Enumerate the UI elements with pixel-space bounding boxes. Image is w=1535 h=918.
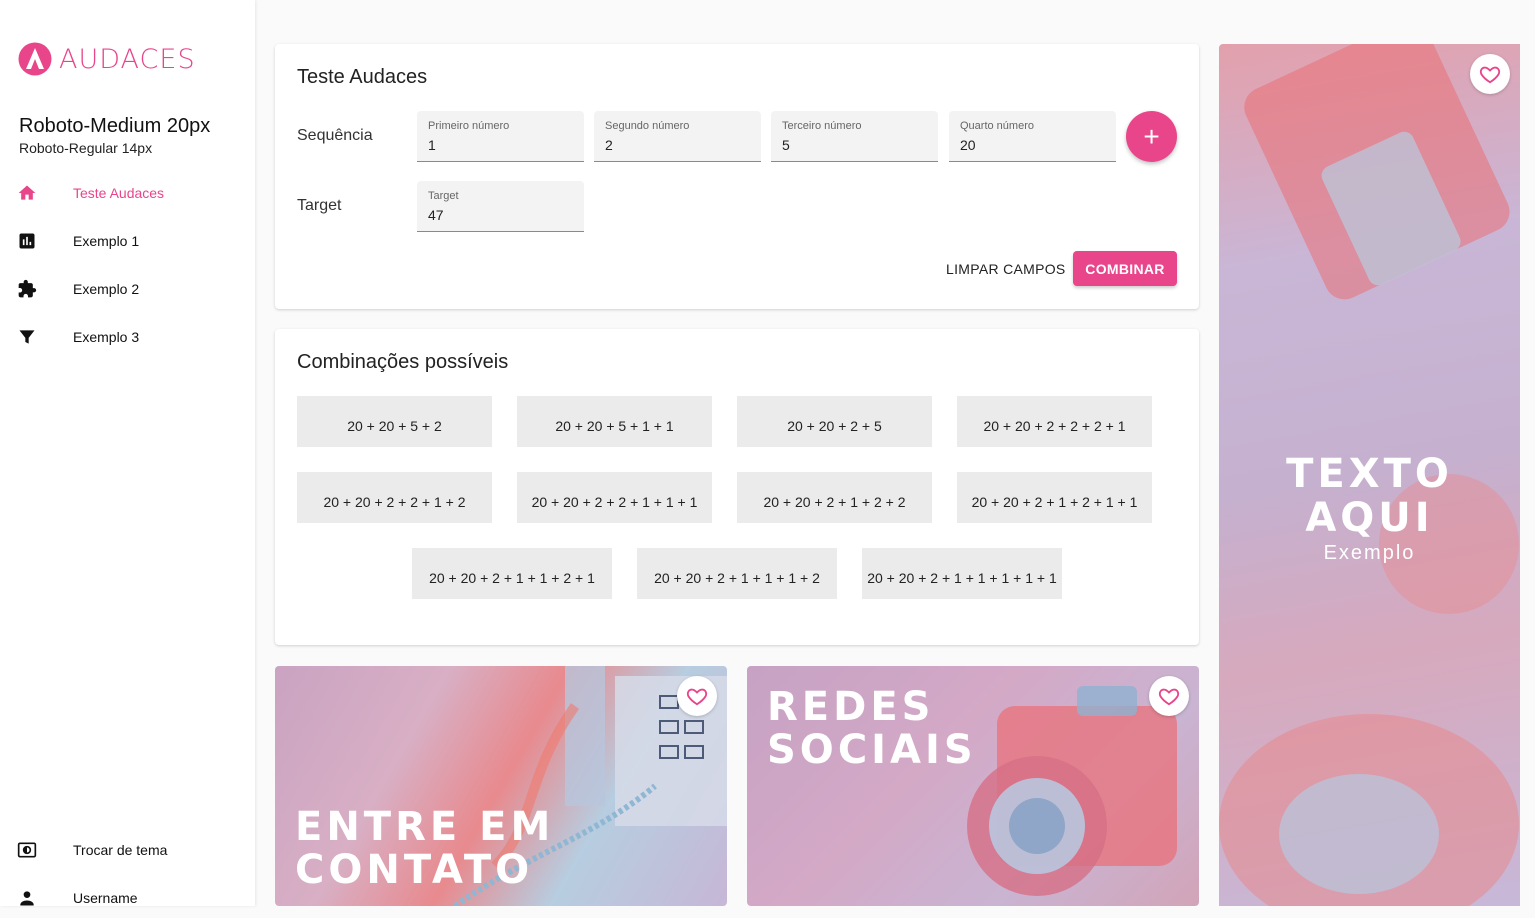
theme-toggle-label: Trocar de tema: [73, 842, 168, 858]
field-value: 1: [428, 137, 436, 153]
sidebar-item-exemplo-1[interactable]: Exemplo 1: [0, 221, 255, 261]
side-subtitle: Exemplo: [1323, 542, 1416, 564]
sidebar-item-label: Teste Audaces: [73, 185, 165, 201]
add-number-button[interactable]: +: [1126, 111, 1177, 162]
field-value: 47: [428, 207, 444, 223]
social-title: REDES SOCIAIS: [767, 686, 977, 772]
username-label: Username: [73, 890, 138, 906]
target-label: Target: [297, 197, 342, 214]
logo-text: AUDACES: [59, 43, 196, 75]
theme-toggle-button[interactable]: Trocar de tema: [0, 830, 255, 870]
sidebar-title: Roboto-Medium 20px: [19, 115, 211, 137]
side-tile[interactable]: TEXTO AQUI Exemplo: [1219, 44, 1520, 906]
first-number-field[interactable]: Primeiro número 1: [417, 111, 584, 162]
combination-chip: 20 + 20 + 2 + 2 + 1 + 1 + 1: [517, 472, 712, 523]
person-icon: [20, 891, 34, 906]
sidebar-item-label: Exemplo 3: [73, 329, 140, 345]
puzzle-icon: [18, 279, 37, 298]
social-tile[interactable]: REDES SOCIAIS: [747, 666, 1199, 906]
combination-chip: 20 + 20 + 2 + 1 + 1 + 2 + 1: [412, 548, 612, 599]
combination-chip: 20 + 20 + 2 + 2 + 1 + 2: [297, 472, 492, 523]
sidebar-item-exemplo-3[interactable]: Exemplo 3: [0, 317, 255, 357]
combination-chip: 20 + 20 + 2 + 1 + 1 + 1 + 2: [637, 548, 837, 599]
sequence-label: Sequência: [297, 127, 373, 144]
contact-title-line2: CONTATO: [295, 847, 534, 893]
side-title-block: TEXTO AQUI Exemplo: [1219, 452, 1520, 565]
combination-chip: 20 + 20 + 2 + 1 + 1 + 1 + 1 + 1: [862, 548, 1062, 599]
combination-chip: 20 + 20 + 2 + 5: [737, 396, 932, 447]
bar-chart-icon: [19, 233, 35, 249]
field-label: Terceiro número: [782, 120, 862, 132]
field-value: 20: [960, 137, 976, 153]
social-title-line1: REDES: [767, 684, 935, 730]
user-menu[interactable]: Username: [0, 878, 255, 918]
combination-chip: 20 + 20 + 2 + 1 + 2 + 2: [737, 472, 932, 523]
sidebar-item-exemplo-2[interactable]: Exemplo 2: [0, 269, 255, 309]
clear-fields-button[interactable]: LIMPAR CAMPOS: [946, 261, 1066, 277]
field-label: Quarto número: [960, 120, 1034, 132]
combination-chip: 20 + 20 + 5 + 1 + 1: [517, 396, 712, 447]
sidebar: AUDACES Roboto-Medium 20px Roboto-Regula…: [0, 0, 255, 906]
side-title-line1: TEXTO: [1286, 451, 1453, 497]
field-label: Target: [428, 190, 459, 202]
combination-chip: 20 + 20 + 2 + 2 + 2 + 1: [957, 396, 1152, 447]
favorite-button[interactable]: [677, 676, 717, 716]
sidebar-item-label: Exemplo 1: [73, 233, 140, 249]
target-field[interactable]: Target 47: [417, 181, 584, 232]
heart-icon: [1158, 688, 1180, 706]
contact-title-line1: ENTRE EM: [295, 804, 555, 850]
form-card: Teste Audaces Sequência Target Primeiro …: [275, 44, 1199, 309]
home-icon: [18, 185, 36, 200]
results-title: Combinações possíveis: [297, 351, 509, 373]
heart-icon: [686, 688, 708, 706]
second-number-field[interactable]: Segundo número 2: [594, 111, 761, 162]
favorite-button[interactable]: [1149, 676, 1189, 716]
sidebar-item-teste-audaces[interactable]: Teste Audaces: [0, 173, 255, 213]
third-number-field[interactable]: Terceiro número 5: [771, 111, 938, 162]
contact-tile[interactable]: ENTRE EM CONTATO: [275, 666, 727, 906]
audaces-logo-icon: [18, 42, 52, 76]
sidebar-item-label: Exemplo 2: [73, 281, 140, 297]
combination-chip: 20 + 20 + 2 + 1 + 2 + 1 + 1: [957, 472, 1152, 523]
contact-title: ENTRE EM CONTATO: [295, 806, 554, 892]
favorite-button[interactable]: [1470, 54, 1510, 94]
fourth-number-field[interactable]: Quarto número 20: [949, 111, 1116, 162]
logo: AUDACES: [18, 42, 196, 76]
theme-toggle-icon: [17, 842, 37, 858]
field-value: 2: [605, 137, 613, 153]
filter-icon: [19, 330, 35, 344]
side-title-line2: AQUI: [1305, 495, 1434, 541]
form-title: Teste Audaces: [297, 66, 428, 88]
results-card: Combinações possíveis 20 + 20 + 5 + 2 20…: [275, 329, 1199, 645]
sidebar-subtitle: Roboto-Regular 14px: [19, 140, 153, 156]
social-title-line2: SOCIAIS: [767, 727, 977, 773]
heart-icon: [1479, 66, 1501, 84]
combination-chip: 20 + 20 + 5 + 2: [297, 396, 492, 447]
field-label: Segundo número: [605, 120, 690, 132]
combine-button[interactable]: COMBINAR: [1073, 251, 1177, 286]
field-value: 5: [782, 137, 790, 153]
field-label: Primeiro número: [428, 120, 510, 132]
